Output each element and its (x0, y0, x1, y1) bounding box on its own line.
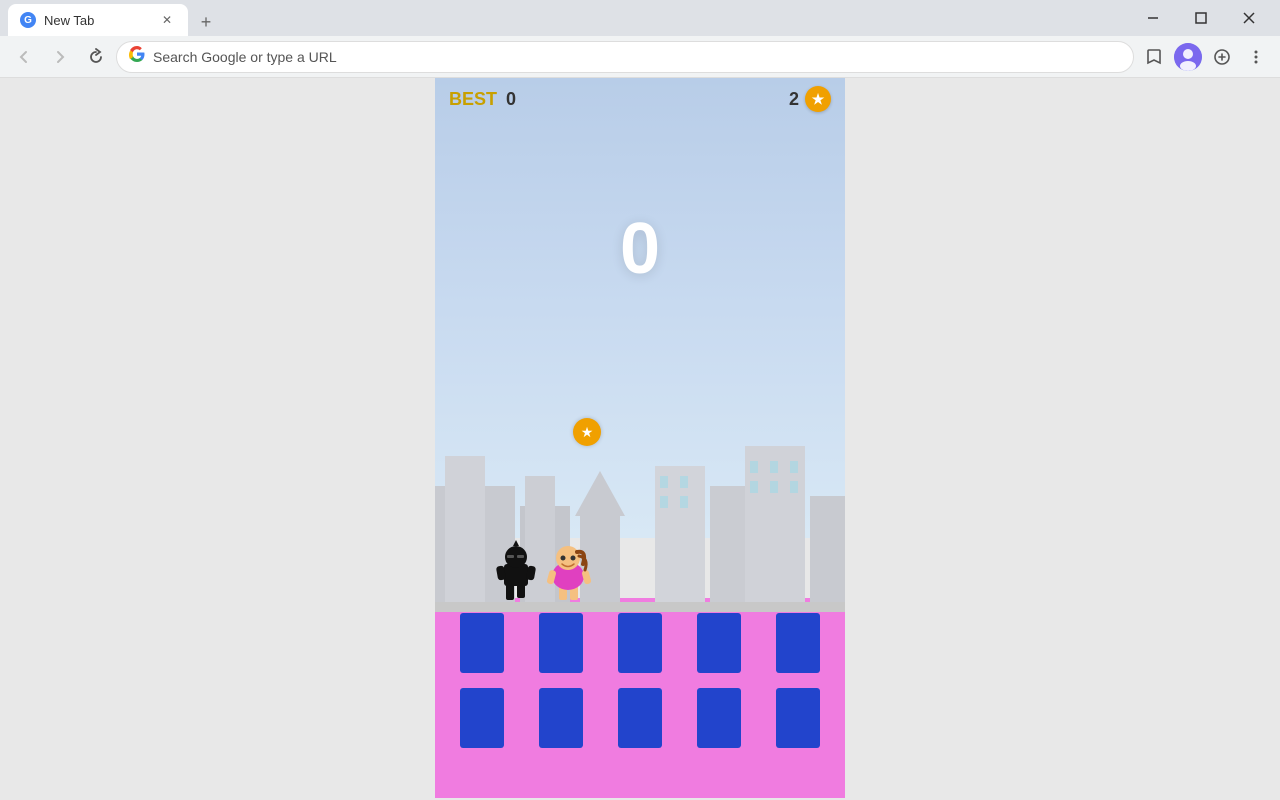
close-button[interactable] (1226, 0, 1272, 36)
bookmark-button[interactable] (1138, 41, 1170, 73)
coin-counter: 2 ★ (789, 86, 831, 112)
maximize-button[interactable] (1178, 0, 1224, 36)
hud: BEST 0 2 ★ (435, 78, 845, 120)
floating-coin: ★ (573, 418, 601, 446)
game-container[interactable]: ★ 0 BEST 0 2 ★ (435, 78, 845, 798)
window-controls (1130, 0, 1272, 36)
menu-button[interactable] (1240, 41, 1272, 73)
girl-character (545, 542, 593, 602)
browser-frame: G New Tab ✕ + (0, 0, 1280, 800)
best-label: BEST (449, 89, 497, 109)
window (460, 688, 504, 748)
score-display: 0 (620, 208, 660, 290)
toolbar: Search Google or type a URL (0, 36, 1280, 78)
google-g-icon (129, 46, 145, 67)
characters-container (495, 540, 593, 602)
window (618, 688, 662, 748)
active-tab[interactable]: G New Tab ✕ (8, 4, 188, 36)
window (776, 688, 820, 748)
address-bar[interactable]: Search Google or type a URL (116, 41, 1134, 73)
ninja-character (495, 540, 537, 602)
best-score: BEST 0 (449, 89, 516, 110)
address-text: Search Google or type a URL (153, 49, 1121, 65)
platform-ledge (435, 602, 845, 612)
hud-coin-icon: ★ (805, 86, 831, 112)
extensions-button[interactable] (1206, 41, 1238, 73)
window (460, 613, 504, 673)
new-tab-button[interactable]: + (192, 8, 220, 36)
reload-button[interactable] (80, 41, 112, 73)
toolbar-actions (1138, 41, 1272, 73)
tab-favicon: G (20, 12, 36, 28)
window (697, 613, 741, 673)
user-avatar (1174, 43, 1202, 71)
hud-coin-star: ★ (812, 91, 825, 108)
window (697, 688, 741, 748)
coins-value: 2 (789, 89, 799, 110)
content-area: ★ 0 BEST 0 2 ★ (0, 78, 1280, 800)
best-value: 0 (506, 89, 516, 109)
window (539, 688, 583, 748)
minimize-button[interactable] (1130, 0, 1176, 36)
window (539, 613, 583, 673)
window (776, 613, 820, 673)
tab-close-button[interactable]: ✕ (158, 11, 176, 29)
tab-title: New Tab (44, 13, 150, 28)
avatar-button[interactable] (1172, 41, 1204, 73)
window (618, 613, 662, 673)
back-button[interactable] (8, 41, 40, 73)
pink-building (435, 598, 845, 798)
forward-button[interactable] (44, 41, 76, 73)
title-bar: G New Tab ✕ + (0, 0, 1280, 36)
tab-bar: G New Tab ✕ + (8, 0, 1130, 36)
